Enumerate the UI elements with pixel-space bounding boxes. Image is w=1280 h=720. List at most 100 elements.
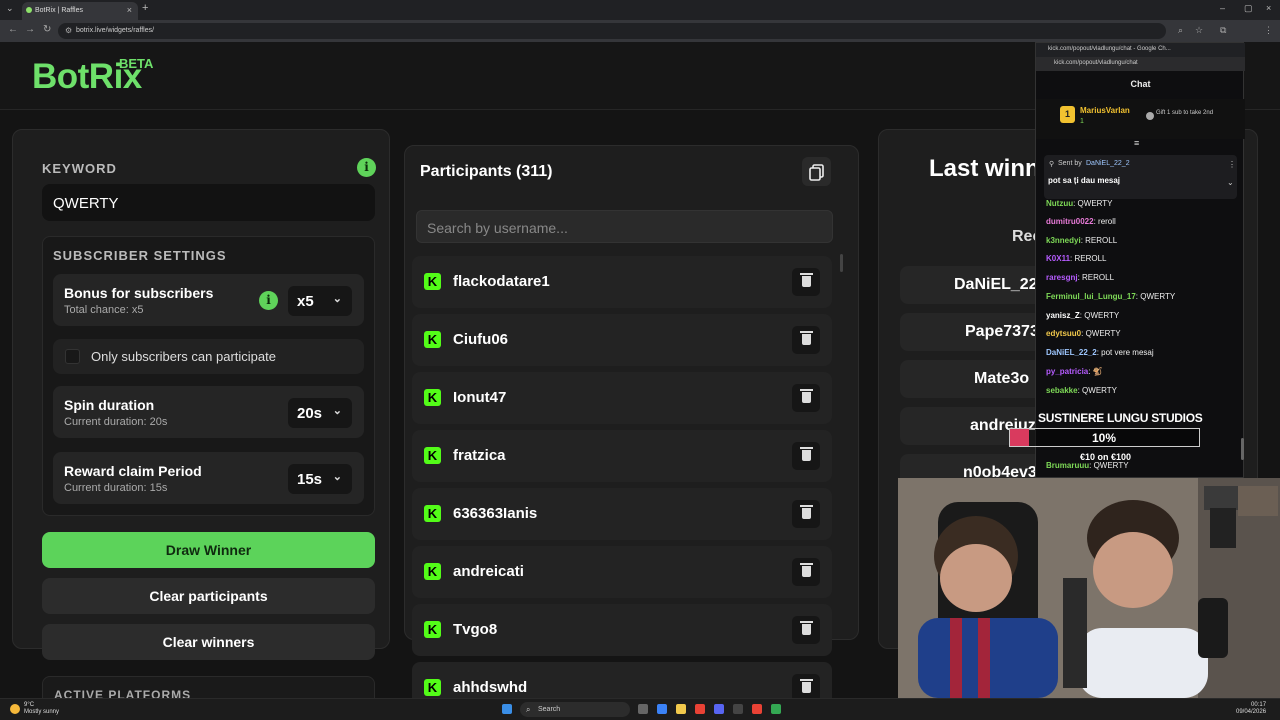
chat-username[interactable]: edytsuu0 [1046, 329, 1081, 338]
bonus-select[interactable]: x5 ⌄ [288, 286, 352, 316]
forward-icon[interactable]: → [25, 24, 35, 35]
delete-participant-button[interactable] [792, 268, 820, 296]
kick-icon: K [424, 447, 441, 464]
url-field[interactable]: ⚙ botrix.live/widgets/raffles/ [58, 23, 1166, 39]
discord-icon[interactable] [714, 704, 724, 714]
delete-participant-button[interactable] [792, 616, 820, 644]
kick-icon: K [424, 331, 441, 348]
tab-search-icon[interactable]: ⌄ [6, 3, 14, 14]
participant-list: Kflackodatare1 K Ciufu06 K Ionut47 Kfratzica K… [412, 256, 832, 720]
chat-text: : QWERTY [1135, 292, 1176, 301]
participant-search-input[interactable]: Search by username... [416, 210, 833, 243]
task-view-icon[interactable] [638, 704, 648, 714]
zoom-icon[interactable]: ⌕ [1178, 25, 1183, 36]
chevron-down-icon: ⌄ [332, 293, 342, 305]
delete-participant-button[interactable] [792, 500, 820, 528]
chat-username[interactable]: sebakke [1046, 386, 1078, 395]
app-icon[interactable] [733, 704, 743, 714]
spin-select[interactable]: 20s ⌄ [288, 398, 352, 428]
participant-scrollbar[interactable] [840, 254, 843, 272]
chat-message: edytsuu0: QWERTY [1046, 329, 1121, 338]
tab-favicon-icon [26, 7, 32, 13]
app-icon[interactable] [752, 704, 762, 714]
collapse-icon[interactable]: ≡ [1134, 138, 1139, 148]
spin-title: Spin duration [64, 397, 155, 413]
reload-icon[interactable]: ↻ [43, 24, 51, 35]
close-window-icon[interactable]: × [1266, 3, 1271, 13]
taskbar-search[interactable]: ⌕ Search [520, 702, 630, 717]
winner-name: Mate3o [974, 370, 1030, 387]
delete-participant-button[interactable] [792, 558, 820, 586]
chat-username[interactable]: Ferminul_lui_Lungu_17 [1046, 292, 1136, 301]
spin-select-value: 20s [297, 405, 323, 422]
chrome-icon[interactable] [695, 704, 705, 714]
chat-url[interactable]: kick.com/popout/vladlungu/chat [1036, 57, 1245, 71]
chevron-down-icon[interactable]: ⌄ [1227, 178, 1234, 187]
new-tab-icon[interactable]: + [142, 2, 148, 14]
trash-icon [800, 447, 813, 461]
menu-icon[interactable]: ⋮ [1264, 25, 1273, 36]
chat-username[interactable]: dumitru0022 [1046, 217, 1094, 226]
maximize-icon[interactable]: ▢ [1244, 3, 1253, 14]
weather-icon[interactable] [10, 704, 20, 714]
chrome-active-icon[interactable] [771, 704, 781, 714]
chat-username[interactable]: K0X11 [1046, 254, 1070, 263]
tab-title: BotRix | Raffles [35, 7, 83, 14]
trash-icon [800, 389, 813, 403]
bookmark-star-icon[interactable]: ☆ [1195, 25, 1203, 36]
pinned-menu-icon[interactable]: ⋮ [1228, 160, 1236, 169]
only-subscribers-row[interactable]: Only subscribers can participate [53, 339, 364, 374]
delete-participant-button[interactable] [792, 326, 820, 354]
browser-tab[interactable]: BotRix | Raffles × [22, 2, 138, 20]
kick-icon: K [424, 389, 441, 406]
clear-participants-button[interactable]: Clear participants [42, 578, 375, 614]
reward-select-value: 15s [297, 471, 323, 488]
clear-winners-button[interactable]: Clear winners [42, 624, 375, 660]
site-info-icon[interactable]: ⚙ [65, 26, 72, 35]
bonus-select-value: x5 [297, 293, 314, 310]
delete-participant-button[interactable] [792, 442, 820, 470]
taskbar-clock[interactable]: 00:17 09/04/2026 [1236, 702, 1266, 716]
extensions-icon[interactable]: ⧉ [1220, 25, 1226, 36]
chat-username[interactable]: k3nnedyi [1046, 236, 1081, 245]
copy-button[interactable] [802, 157, 831, 186]
donation-progress-bar: 10% [1009, 428, 1200, 447]
participant-row: Kandreicati [412, 546, 832, 598]
back-icon[interactable]: ← [8, 24, 18, 35]
pin-icon: ⚲ [1049, 161, 1055, 168]
tab-close-icon[interactable]: × [127, 5, 132, 15]
pinned-sent-by-label: Sent by [1058, 160, 1082, 167]
file-explorer-icon[interactable] [676, 704, 686, 714]
chat-message: Brumaruuu: QWERTY [1046, 461, 1129, 470]
gifter-name: MariusVarlan [1080, 106, 1130, 115]
chat-scrollbar[interactable] [1241, 438, 1244, 460]
bonus-title: Bonus for subscribers [64, 285, 214, 301]
draw-winner-button[interactable]: Draw Winner [42, 532, 375, 568]
chat-username[interactable]: py_patricia [1046, 367, 1088, 376]
only-subscribers-checkbox[interactable] [65, 349, 80, 364]
progress-percent: 10% [1092, 431, 1117, 445]
gifter-count: 1 [1080, 118, 1084, 125]
keyword-input[interactable]: QWERTY [42, 184, 375, 221]
kick-icon: K [424, 273, 441, 290]
chat-username[interactable]: raresgnj [1046, 273, 1078, 282]
participant-row: K Ionut47 [412, 372, 832, 424]
chat-username[interactable]: DaNiEL_22_2 [1046, 348, 1097, 357]
gift-note: Gift 1 sub to take 2nd [1156, 110, 1214, 116]
windows-start-icon[interactable] [502, 704, 512, 714]
minimize-icon[interactable]: – [1220, 3, 1225, 13]
keyword-info-icon[interactable]: i [357, 158, 376, 177]
weather-widget[interactable]: 9°C Mostly sunny [24, 702, 59, 716]
delete-participant-button[interactable] [792, 384, 820, 412]
gift-icon [1146, 112, 1154, 120]
chat-text: : QWERTY [1077, 386, 1118, 395]
reward-subtitle: Current duration: 15s [64, 482, 168, 494]
chat-username[interactable]: yanisz_Z [1046, 311, 1080, 320]
progress-fill [1010, 429, 1029, 446]
chat-username[interactable]: Brumaruuu [1046, 461, 1089, 470]
reward-select[interactable]: 15s ⌄ [288, 464, 352, 494]
bonus-info-icon[interactable]: i [259, 291, 278, 310]
chat-username[interactable]: Nutzuu [1046, 199, 1073, 208]
edge-icon[interactable] [657, 704, 667, 714]
pinned-sender: DaNiEL_22_2 [1086, 160, 1130, 167]
